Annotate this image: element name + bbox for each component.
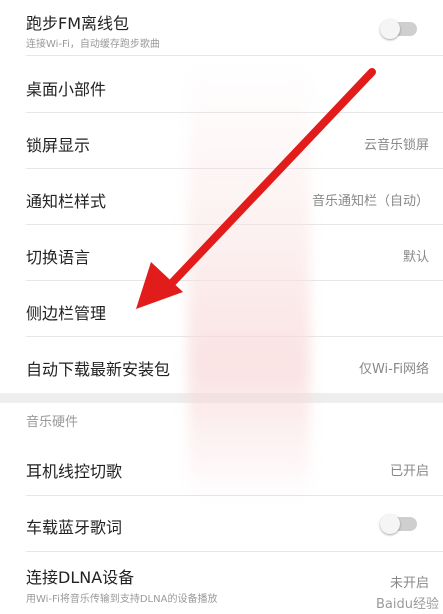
- notification-style-label: 通知栏样式: [26, 192, 107, 211]
- headset-control-value: 已开启: [389, 464, 429, 479]
- toggle-knob: [380, 19, 400, 39]
- running-fm-label: 跑步FM离线包: [26, 14, 130, 33]
- dlna-label: 连接DLNA设备: [26, 568, 135, 587]
- car-bluetooth-lyrics-toggle[interactable]: [380, 514, 417, 534]
- running-fm-sub: 连接Wi-Fi，自动缓存跑步歌曲: [26, 39, 160, 50]
- language-label: 切换语言: [26, 248, 91, 267]
- notification-style-value: 音乐通知栏（自动）: [311, 194, 429, 209]
- section-header-label: 音乐硬件: [26, 415, 79, 430]
- running-fm-toggle[interactable]: [380, 19, 417, 39]
- dlna-value: 未开启: [389, 576, 429, 591]
- lockscreen-value: 云音乐锁屏: [363, 138, 429, 153]
- auto-update-value: 仅Wi-Fi网络: [358, 362, 429, 377]
- baidu-watermark: Baidu经验: [376, 597, 439, 612]
- headset-control-label: 耳机线控切歌: [26, 462, 123, 481]
- dlna-sub: 用Wi-Fi将音乐传输到支持DLNA的设备播放: [26, 594, 218, 605]
- auto-update-label: 自动下载最新安装包: [26, 360, 171, 379]
- desktop-widget-label: 桌面小部件: [26, 80, 107, 99]
- lockscreen-label: 锁屏显示: [26, 136, 91, 155]
- language-value: 默认: [402, 250, 429, 265]
- toggle-knob: [380, 514, 400, 534]
- setting-row-car-bluetooth-lyrics[interactable]: 车载蓝牙歌词: [0, 496, 443, 552]
- divider: [26, 55, 443, 56]
- setting-row-running-fm[interactable]: 跑步FM离线包 连接Wi-Fi，自动缓存跑步歌曲: [0, 0, 443, 56]
- blur-overlay: [188, 60, 310, 500]
- car-bluetooth-lyrics-label: 车载蓝牙歌词: [26, 518, 123, 537]
- sidebar-manage-label: 侧边栏管理: [26, 304, 107, 323]
